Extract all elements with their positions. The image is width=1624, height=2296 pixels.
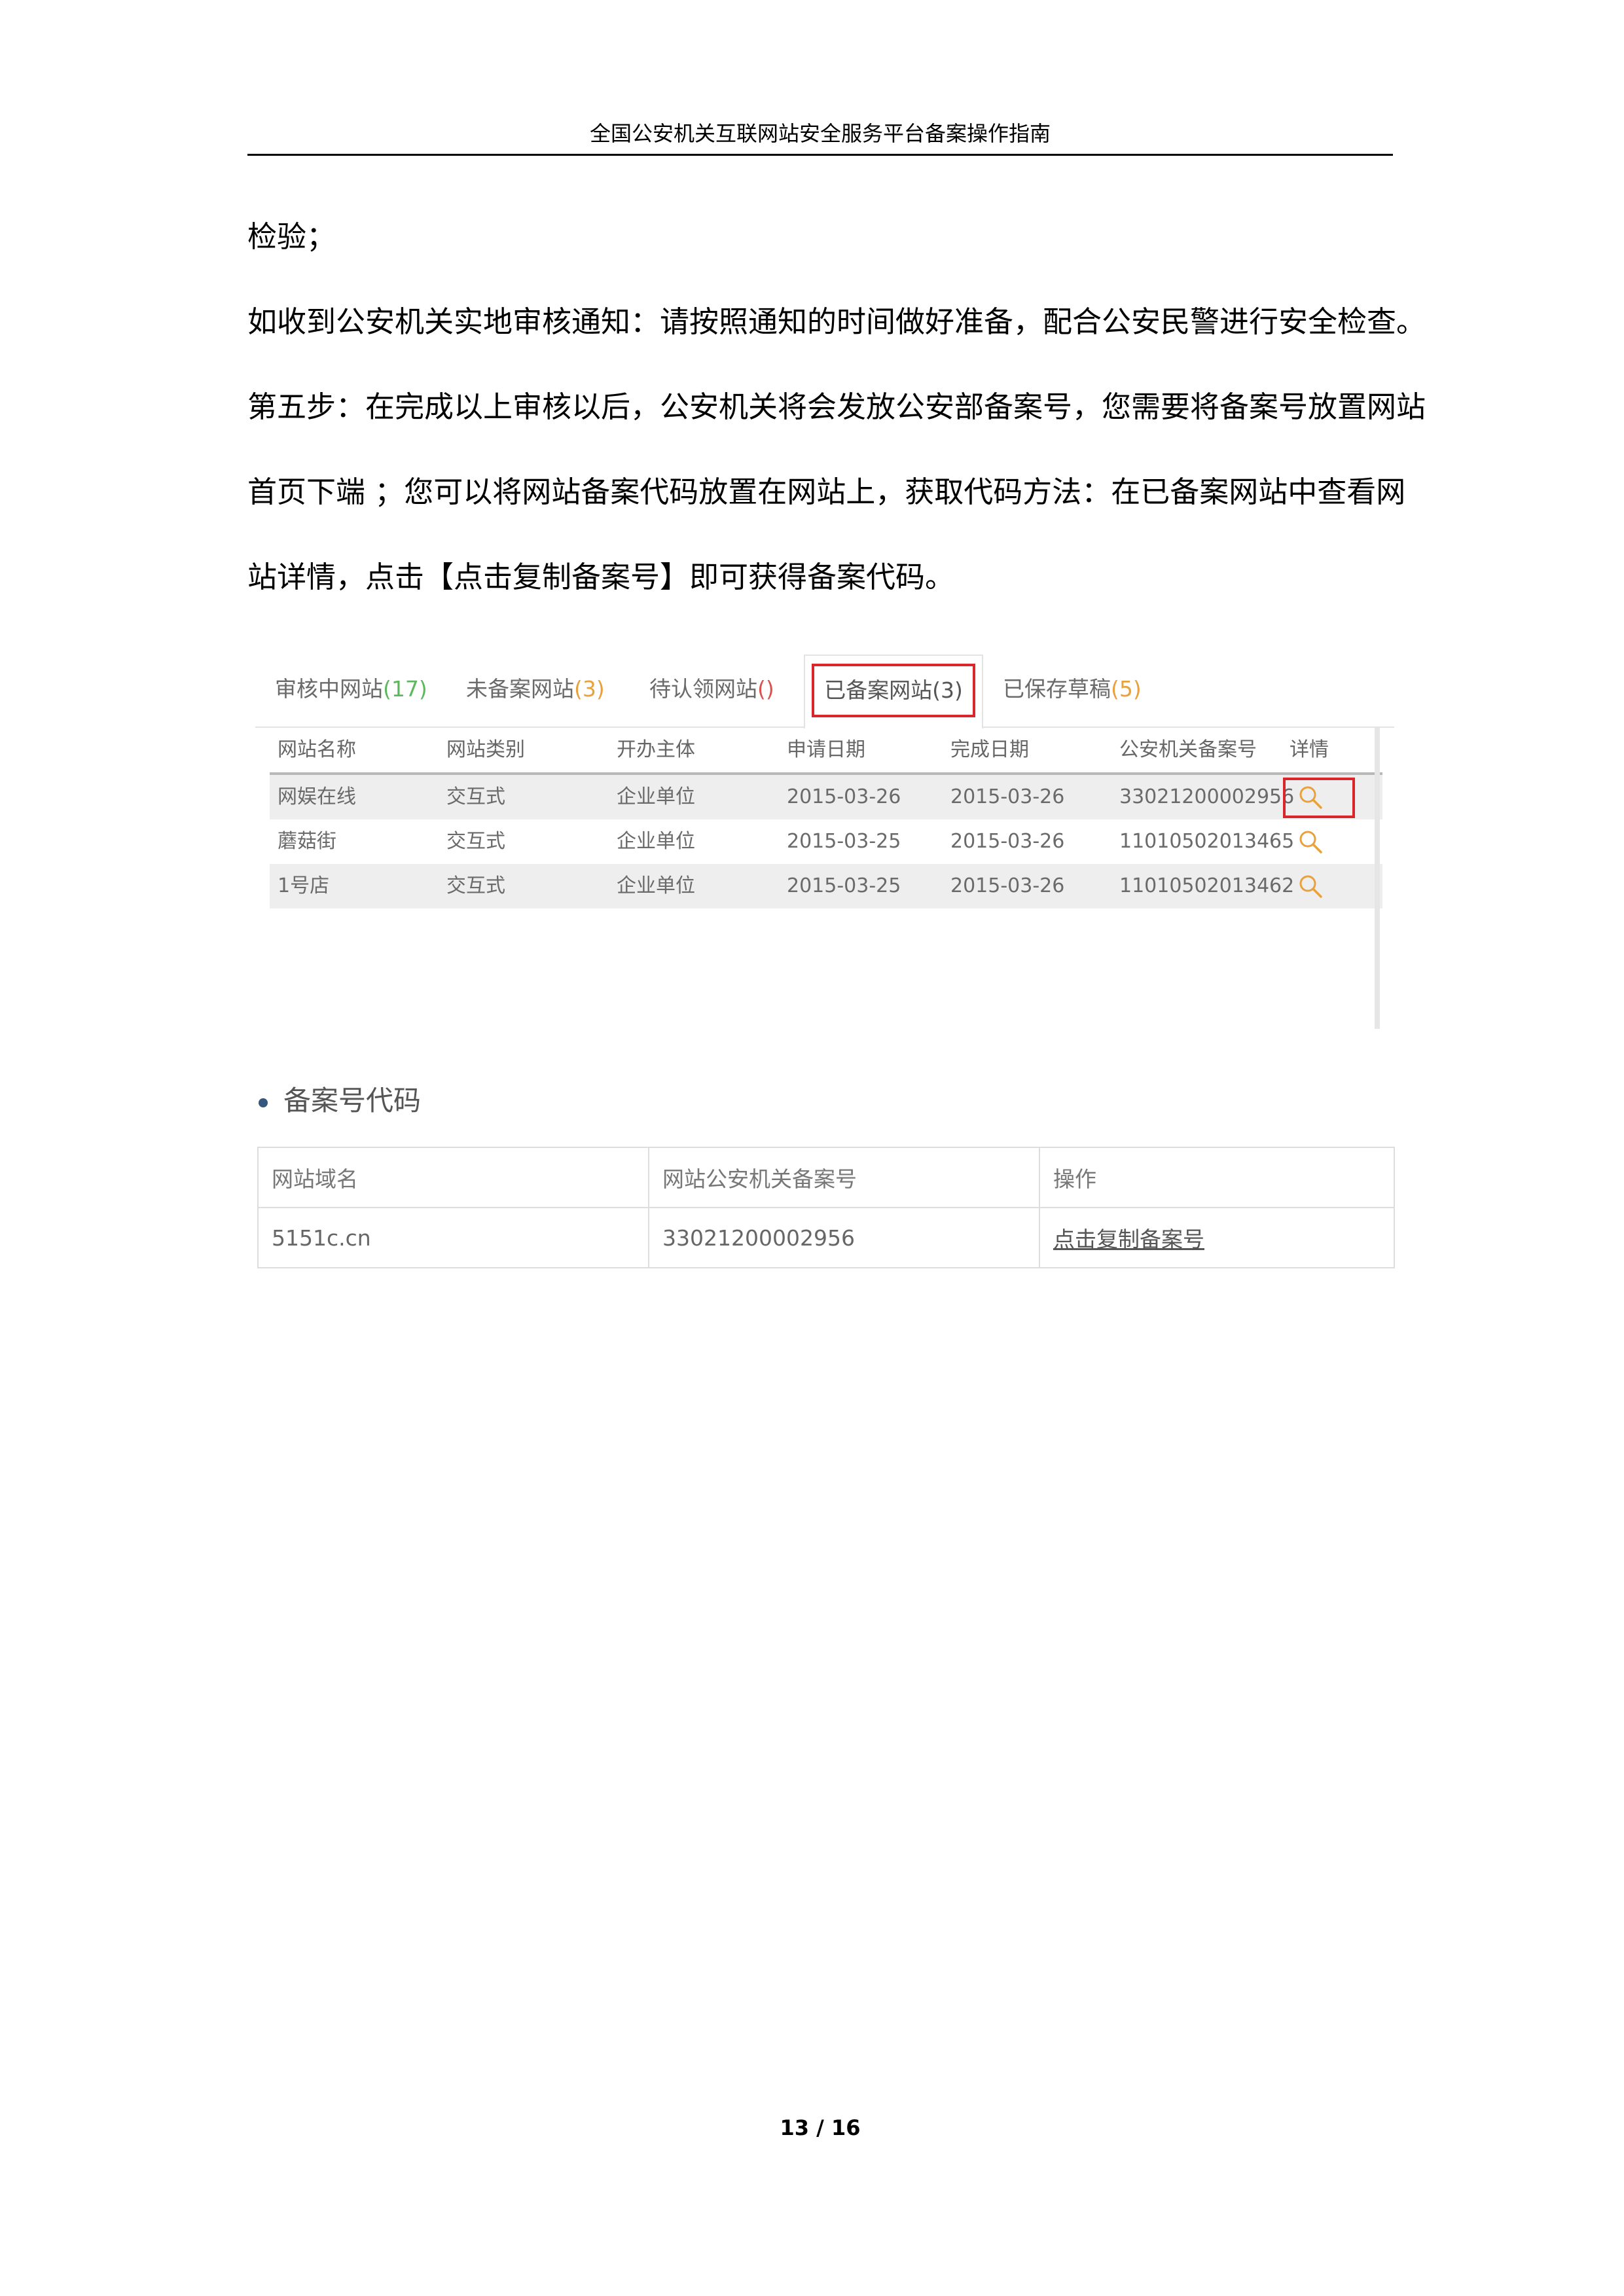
- tab-label: 已保存草稿: [1003, 676, 1111, 702]
- tab-count: (17): [383, 676, 427, 702]
- page-number: 13 / 16: [780, 2115, 861, 2140]
- site-type: 交互式: [446, 785, 505, 808]
- record-number-cell: 33021200002956: [648, 1207, 1040, 1268]
- paragraph: 检验；: [247, 219, 336, 254]
- column-header: 公安机关备案号: [1119, 738, 1257, 761]
- record-number: 11010502013462: [1119, 874, 1295, 897]
- apply-date: 2015-03-25: [787, 874, 901, 897]
- paragraph: 首页下端 ；您可以将网站备案代码放置在网站上，获取代码方法：在已备案网站中查看网: [247, 475, 1406, 509]
- column-header: 网站域名: [257, 1147, 649, 1208]
- site-type: 交互式: [446, 874, 505, 897]
- table-row: 5151c.cn 33021200002956 点击复制备案号: [257, 1207, 1395, 1268]
- complete-date: 2015-03-26: [950, 874, 1065, 897]
- vertical-scrollbar[interactable]: [1375, 728, 1380, 1029]
- record-number: 33021200002956: [1119, 785, 1295, 808]
- tab-count: (5): [1111, 676, 1142, 702]
- tab-label: 审核中网站: [275, 676, 383, 702]
- column-header: 操作: [1039, 1147, 1395, 1208]
- site-type: 交互式: [446, 830, 505, 853]
- table-row: 蘑菇街 交互式 企业单位 2015-03-25 2015-03-26 11010…: [270, 819, 1382, 864]
- column-header: 网站公安机关备案号: [648, 1147, 1040, 1208]
- site-name: 蘑菇街: [278, 830, 336, 853]
- column-header: 开办主体: [617, 738, 695, 761]
- bullet-icon: [259, 1098, 268, 1107]
- column-header: 完成日期: [950, 738, 1029, 761]
- tab-registered[interactable]: 已备案网站(3): [804, 655, 983, 729]
- apply-date: 2015-03-26: [787, 785, 901, 808]
- tab-reviewing[interactable]: 审核中网站(17): [275, 666, 427, 712]
- column-header: 申请日期: [787, 738, 865, 761]
- paragraph: 第五步：在完成以上审核以后，公安机关将会发放公安部备案号，您需要将备案号放置网站: [247, 389, 1426, 424]
- copy-record-link[interactable]: 点击复制备案号: [1039, 1207, 1395, 1268]
- tab-count: (): [757, 676, 774, 702]
- search-icon[interactable]: [1297, 873, 1324, 899]
- tab-label: 待认领网站: [649, 676, 757, 702]
- tab-drafts[interactable]: 已保存草稿(5): [1003, 666, 1142, 712]
- site-owner: 企业单位: [617, 874, 695, 897]
- header-rule: [247, 154, 1393, 156]
- tab-label: 未备案网站: [466, 676, 574, 702]
- table-row: 网娱在线 交互式 企业单位 2015-03-26 2015-03-26 3302…: [270, 775, 1382, 819]
- site-name: 1号店: [278, 874, 330, 897]
- tab-highlight-box: 已备案网站(3): [812, 664, 975, 717]
- page-header: 全国公安机关互联网站安全服务平台备案操作指南: [589, 121, 1051, 146]
- paragraph: 站详情，点击【点击复制备案号】即可获得备案代码。: [247, 560, 955, 594]
- column-header: 网站名称: [278, 738, 356, 761]
- search-icon[interactable]: [1297, 784, 1324, 810]
- table-header: 网站域名 网站公安机关备案号 操作: [257, 1147, 1395, 1208]
- complete-date: 2015-03-26: [950, 785, 1065, 808]
- section-title-text: 备案号代码: [283, 1085, 422, 1117]
- paragraph: 如收到公安机关实地审核通知：请按照通知的时间做好准备，配合公安民警进行安全检查。: [247, 304, 1426, 339]
- table-header: 网站名称 网站类别 开办主体 申请日期 完成日期 公安机关备案号 详情: [270, 728, 1382, 775]
- tab-label: 已备案网站(3): [824, 677, 963, 703]
- column-header: 详情: [1290, 738, 1329, 761]
- complete-date: 2015-03-26: [950, 830, 1065, 853]
- tab-to-claim[interactable]: 待认领网站(): [649, 666, 774, 712]
- site-name: 网娱在线: [278, 785, 356, 808]
- site-owner: 企业单位: [617, 830, 695, 853]
- tab-count: (3): [574, 676, 605, 702]
- site-table: 网站名称 网站类别 开办主体 申请日期 完成日期 公安机关备案号 详情 网娱在线…: [270, 728, 1382, 908]
- apply-date: 2015-03-25: [787, 830, 901, 853]
- section-title: 备案号代码: [259, 1079, 421, 1119]
- column-header: 网站类别: [446, 738, 525, 761]
- site-owner: 企业单位: [617, 785, 695, 808]
- table-row: 1号店 交互式 企业单位 2015-03-25 2015-03-26 11010…: [270, 864, 1382, 908]
- record-code-table: 网站域名 网站公安机关备案号 操作 5151c.cn 3302120000295…: [257, 1147, 1395, 1268]
- search-icon[interactable]: [1297, 829, 1324, 855]
- domain-cell: 5151c.cn: [257, 1207, 649, 1268]
- tab-bar: 审核中网站(17) 未备案网站(3) 待认领网站() 已备案网站(3) 已保存草…: [255, 641, 1394, 729]
- tab-unregistered[interactable]: 未备案网站(3): [466, 666, 605, 712]
- record-number: 11010502013465: [1119, 830, 1295, 853]
